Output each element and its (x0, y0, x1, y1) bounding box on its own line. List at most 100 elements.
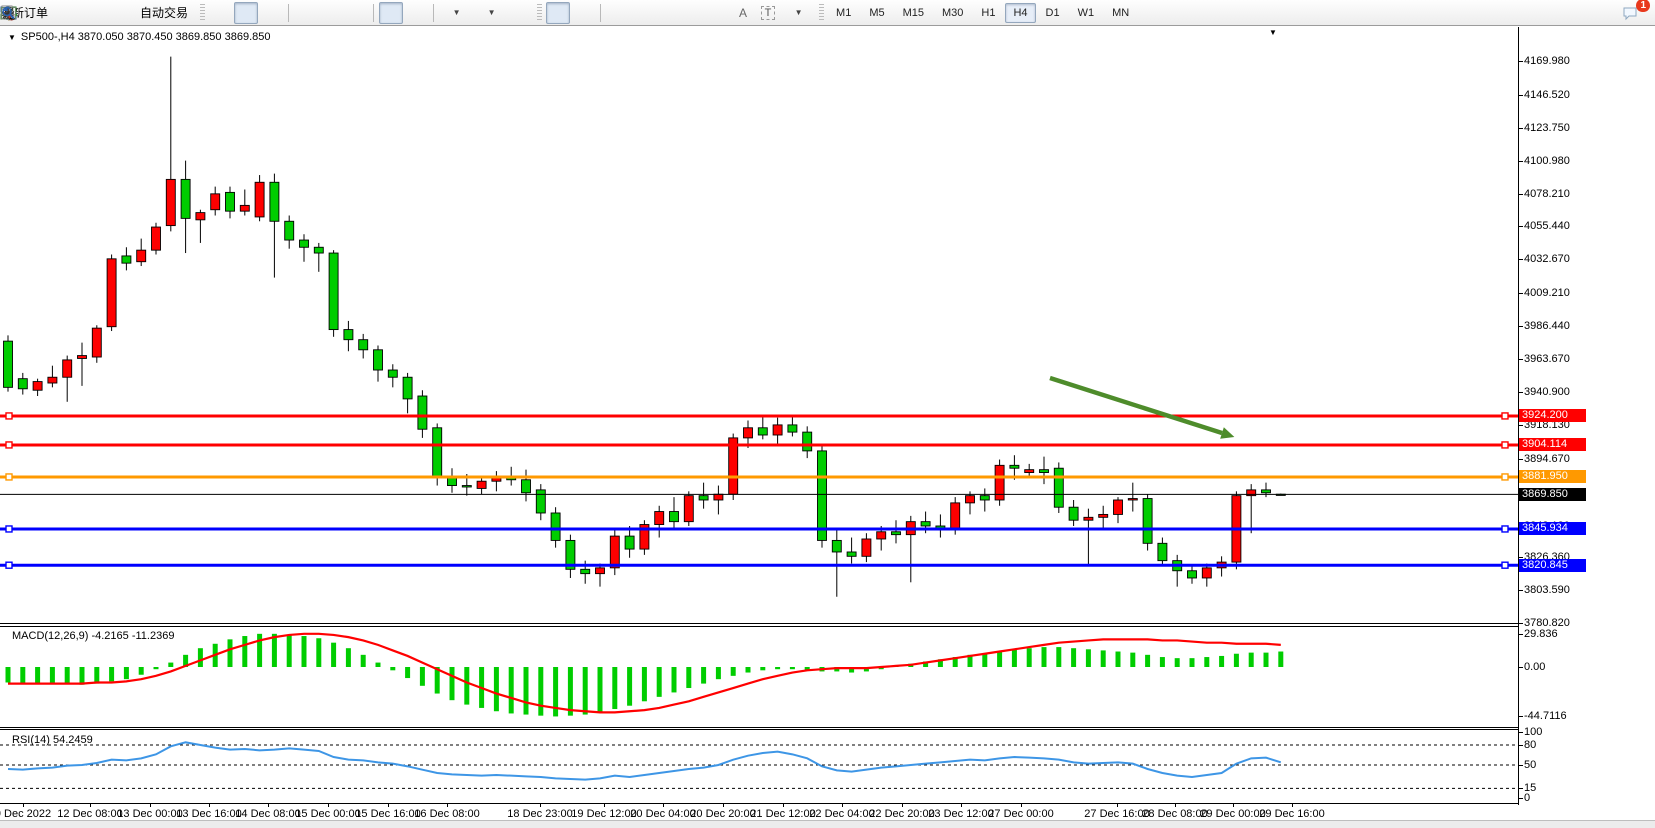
candle (522, 480, 531, 493)
time-tick-mark (902, 803, 903, 807)
candle (655, 512, 664, 525)
price-tick-label: 4078.210 (1524, 188, 1570, 200)
time-tick-label: 20 Dec 04:00 (630, 808, 695, 820)
vertical-line-icon[interactable] (606, 2, 630, 24)
macd-histogram-bar (1071, 648, 1076, 667)
autotrading-button[interactable]: 自动交易 (132, 2, 196, 24)
search-icon[interactable] (1593, 2, 1617, 24)
timeframe-button-d1[interactable]: D1 (1038, 3, 1068, 23)
panel-separator[interactable] (0, 623, 1518, 624)
rsi-tick-label: 50 (1524, 759, 1536, 771)
macd-tick-mark (1518, 634, 1523, 635)
chart-shift-icon[interactable] (404, 2, 428, 24)
timeframe-button-h1[interactable]: H1 (973, 3, 1003, 23)
chat-button[interactable]: 1 (1621, 2, 1645, 24)
rsi-panel-canvas[interactable] (0, 731, 1518, 803)
rsi-tick-label: 0 (1524, 792, 1530, 804)
timeframe-button-m1[interactable]: M1 (828, 3, 859, 23)
macd-histogram-bar (242, 636, 247, 667)
toolbar-separator (433, 4, 434, 22)
zoom-out-icon[interactable] (319, 2, 343, 24)
text-label-icon[interactable]: T (756, 2, 780, 24)
auto-scroll-icon[interactable] (379, 2, 403, 24)
time-tick-label: 27 Dec 16:00 (1084, 808, 1149, 820)
time-tick-mark (268, 803, 269, 807)
line-handle (6, 413, 12, 419)
timeframe-button-h4[interactable]: H4 (1005, 3, 1035, 23)
panel-separator[interactable] (0, 727, 1518, 728)
text-icon[interactable]: A (731, 2, 755, 24)
fibonacci-icon[interactable]: F (706, 2, 730, 24)
arrows-tool-button[interactable]: ▼ (781, 2, 815, 24)
time-tick-label: 9 Dec 2022 (0, 808, 51, 820)
price-badge: 3845.934 (1519, 522, 1586, 535)
price-tick-mark (1518, 194, 1523, 195)
price-badge: 3820.845 (1519, 559, 1586, 572)
price-tick-mark (1518, 623, 1523, 624)
collapse-triangle-icon[interactable]: ▼ (8, 33, 16, 42)
macd-histogram-bar (139, 667, 144, 675)
equidistant-channel-icon[interactable]: E (681, 2, 705, 24)
macd-histogram-bar (627, 667, 632, 706)
bar-chart-icon[interactable] (209, 2, 233, 24)
macd-histogram-bar (1175, 658, 1180, 667)
time-tick-label: 29 Dec 00:00 (1200, 808, 1265, 820)
macd-histogram-bar (701, 667, 706, 684)
timeframe-button-m15[interactable]: M15 (895, 3, 932, 23)
panel-separator (0, 729, 1518, 730)
time-tick-label: 27 Dec 00:00 (988, 808, 1053, 820)
macd-histogram-bar (1012, 649, 1017, 667)
crosshair-icon[interactable] (571, 2, 595, 24)
trendline-icon[interactable] (656, 2, 680, 24)
add-indicator-button[interactable]: ▼ (439, 2, 473, 24)
macd-indicator-label: MACD(12,26,9) -4.2165 -11.2369 (12, 630, 174, 642)
cursor-icon[interactable] (546, 2, 570, 24)
line-handle (1502, 413, 1508, 419)
candle (240, 205, 249, 211)
macd-histogram-bar (1234, 654, 1239, 667)
candle (966, 496, 975, 503)
macd-histogram-bar (1056, 647, 1061, 667)
candle (78, 356, 87, 359)
periods-button[interactable]: ▼ (474, 2, 508, 24)
ticket-icon[interactable] (57, 2, 81, 24)
market-watch-icon[interactable] (82, 2, 106, 24)
candlestick-chart-icon[interactable] (234, 2, 258, 24)
macd-histogram-bar (1116, 652, 1121, 667)
macd-histogram-bar (346, 648, 351, 667)
line-handle (6, 562, 12, 568)
line-chart-icon[interactable] (259, 2, 283, 24)
macd-panel-canvas[interactable] (0, 627, 1518, 727)
macd-histogram-bar (760, 667, 765, 670)
horizontal-line-icon[interactable] (631, 2, 655, 24)
price-tick-mark (1518, 326, 1523, 327)
signal-icon[interactable] (107, 2, 131, 24)
macd-histogram-bar (361, 655, 366, 667)
time-tick-label: 23 Dec 12:00 (928, 808, 993, 820)
price-tick-mark (1518, 259, 1523, 260)
candle (1069, 507, 1078, 520)
time-tick-mark (842, 803, 843, 807)
macd-histogram-bar (612, 667, 617, 709)
macd-histogram-bar (509, 667, 514, 713)
macd-histogram-bar (775, 667, 780, 669)
price-tick-label: 3940.900 (1524, 386, 1570, 398)
candle (359, 340, 368, 350)
macd-histogram-bar (331, 643, 336, 667)
templates-icon[interactable] (509, 2, 533, 24)
timeframe-button-mn[interactable]: MN (1104, 3, 1137, 23)
macd-histogram-bar (1204, 657, 1209, 667)
tile-windows-icon[interactable] (344, 2, 368, 24)
price-tick-mark (1518, 226, 1523, 227)
timeframe-button-m30[interactable]: M30 (934, 3, 971, 23)
timeframe-toolbar: M1M5M15M30H1H4D1W1MN (828, 3, 1137, 23)
line-handle (1502, 526, 1508, 532)
chevron-down-icon: ▼ (453, 8, 461, 17)
toolbar-grip (819, 4, 824, 22)
zoom-in-icon[interactable] (294, 2, 318, 24)
price-tick-label: 4032.670 (1524, 253, 1570, 265)
timeframe-button-m5[interactable]: M5 (861, 3, 892, 23)
timeframe-button-w1[interactable]: W1 (1070, 3, 1103, 23)
main-chart-canvas[interactable] (0, 27, 1518, 625)
chart-shift-marker[interactable]: ▼ (1269, 28, 1277, 37)
